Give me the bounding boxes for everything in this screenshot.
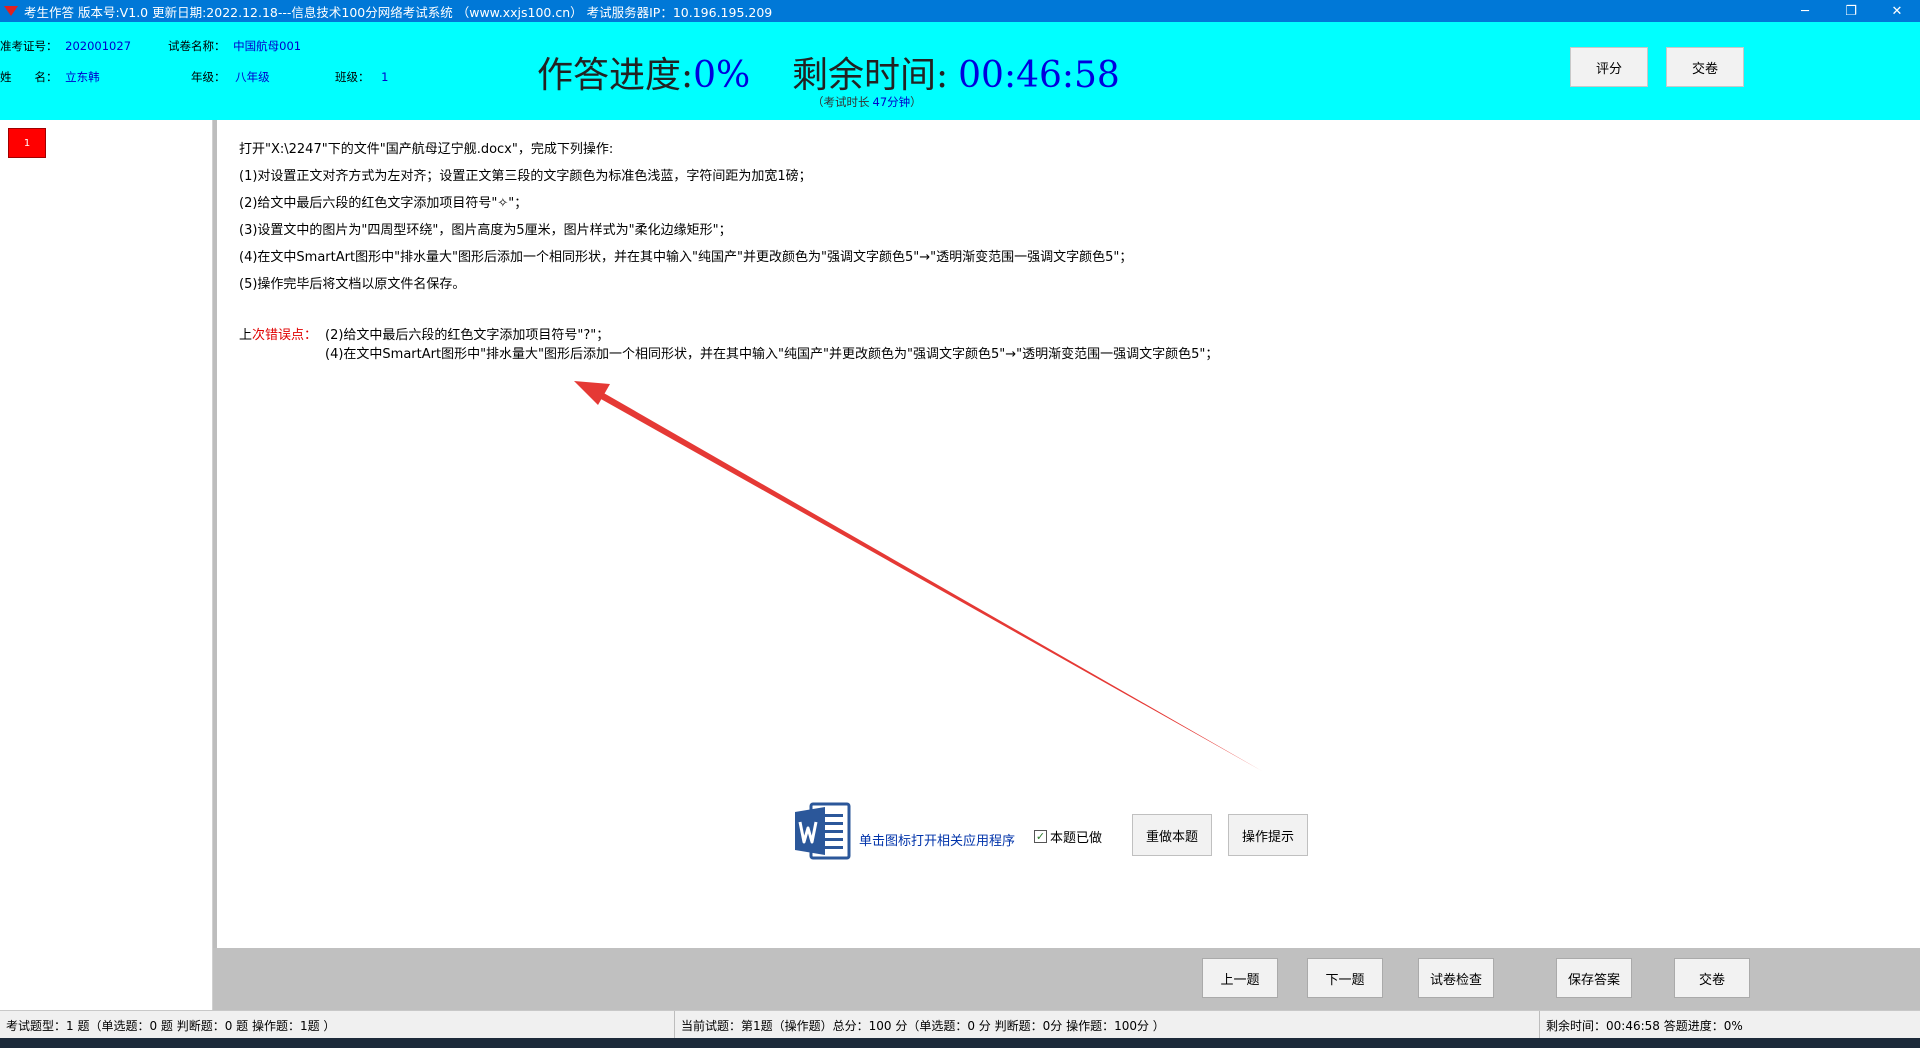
redo-question-button[interactable]: 重做本题: [1132, 814, 1212, 856]
exam-id-value: 202001027: [65, 39, 132, 53]
last-error-item: (2)给文中最后六段的红色文字添加项目符号"?"；: [325, 328, 610, 343]
class-info: 班级： 1: [335, 69, 388, 85]
paper-name-value: 中国航母001: [233, 39, 302, 53]
grade-info: 年级： 八年级: [191, 69, 270, 85]
duration-value: 47分钟: [872, 95, 911, 109]
question-step-2: (2)给文中最后六段的红色文字添加项目符号"✧"；: [239, 196, 528, 211]
duration-prefix: （考试时长: [812, 95, 870, 109]
open-app-link[interactable]: 单击图标打开相关应用程序: [859, 830, 1015, 849]
exam-id-label: 准考证号：: [0, 39, 58, 53]
question-step-4: (4)在文中SmartArt图形中"排水量大"图形后添加一个相同形状，并在其中输…: [239, 250, 1133, 265]
exam-duration: （考试时长 47分钟）: [812, 94, 922, 110]
last-errors-label-prefix: 上: [239, 328, 253, 343]
paper-name-info: 试卷名称： 中国航母001: [168, 38, 301, 54]
duration-suffix: ）: [910, 95, 922, 109]
last-errors-label: 上次错误点：: [239, 324, 317, 343]
progress-display: 作答进度:0%: [537, 46, 750, 98]
grade-label: 年级：: [191, 70, 226, 84]
window-controls: ─ ❐ ✕: [1782, 0, 1920, 22]
last-errors-label-text: 次错误点：: [252, 328, 318, 343]
header-submit-button[interactable]: 交卷: [1666, 47, 1744, 87]
window-titlebar: 考生作答 版本号:V1.0 更新日期:2022.12.18---信息技术100分…: [0, 0, 1920, 22]
remaining-time-value: 00:46:58: [958, 55, 1120, 96]
status-current-question: 当前试题：第1题（操作题）总分：100 分（单选题：0 分 判断题：0分 操作题…: [675, 1011, 1540, 1039]
question-step-5: (5)操作完毕后将文档以原文件名保存。: [239, 277, 466, 292]
last-error-item: (4)在文中SmartArt图形中"排水量大"图形后添加一个相同形状，并在其中输…: [325, 347, 1219, 362]
exam-app-icon: [4, 5, 18, 17]
status-remaining: 剩余时间：00:46:58 答题进度：0%: [1546, 1018, 1743, 1033]
question-content: 打开"X:\2247"下的文件"国产航母辽宁舰.docx"，完成下列操作: (1…: [217, 120, 1920, 948]
next-question-button[interactable]: 下一题: [1307, 958, 1383, 998]
taskbar: [0, 1038, 1920, 1048]
bottom-submit-button[interactable]: 交卷: [1674, 958, 1750, 998]
remaining-time-label: 剩余时间:: [792, 55, 949, 96]
class-label: 班级：: [335, 70, 370, 84]
close-button[interactable]: ✕: [1874, 0, 1920, 22]
student-name-value: 立东韩: [65, 70, 100, 84]
question-intro: 打开"X:\2247"下的文件"国产航母辽宁舰.docx"，完成下列操作:: [239, 142, 614, 157]
window-title: 考生作答 版本号:V1.0 更新日期:2022.12.18---信息技术100分…: [24, 4, 773, 20]
progress-value: 0%: [693, 55, 751, 96]
question-step-1: (1)对设置正文对齐方式为左对齐；设置正文第三段的文字颜色为标准色浅蓝，字符间距…: [239, 169, 812, 184]
prev-question-button[interactable]: 上一题: [1202, 958, 1278, 998]
student-name-label: 姓 名：: [0, 70, 58, 84]
score-button[interactable]: 评分: [1570, 47, 1648, 87]
class-value: 1: [381, 70, 389, 84]
question-list-panel: 1: [0, 120, 213, 1010]
operation-hint-button[interactable]: 操作提示: [1228, 814, 1308, 856]
word-icon[interactable]: [793, 802, 851, 860]
question-done-label: 本题已做: [1050, 831, 1103, 846]
save-answer-button[interactable]: 保存答案: [1556, 958, 1632, 998]
minimize-button[interactable]: ─: [1782, 0, 1828, 22]
bottom-button-bar: 上一题 下一题 试卷检查 保存答案 交卷: [213, 948, 1920, 1010]
grade-value: 八年级: [235, 70, 270, 84]
question-done-checkbox[interactable]: ✓ 本题已做: [1034, 827, 1102, 846]
status-bar: 考试题型：1 题（单选题：0 题 判断题：0 题 操作题：1题 ） 当前试题：第…: [0, 1010, 1920, 1039]
exam-header: 准考证号： 202001027 试卷名称： 中国航母001 姓 名： 立东韩 年…: [0, 22, 1920, 120]
question-step-3: (3)设置文中的图片为"四周型环绕"，图片高度为5厘米，图片样式为"柔化边缘矩形…: [239, 223, 732, 238]
restore-button[interactable]: ❐: [1828, 0, 1874, 22]
student-name-info: 姓 名： 立东韩: [0, 69, 100, 85]
paper-name-label: 试卷名称：: [168, 39, 226, 53]
remaining-time-display: 剩余时间: 00:46:58: [792, 46, 1120, 98]
paper-check-button[interactable]: 试卷检查: [1418, 958, 1494, 998]
check-icon[interactable]: ✓: [1034, 830, 1047, 843]
status-question-types: 考试题型：1 题（单选题：0 题 判断题：0 题 操作题：1题 ）: [0, 1011, 675, 1039]
progress-label: 作答进度:: [537, 55, 694, 96]
exam-id-info: 准考证号： 202001027: [0, 38, 131, 54]
question-number-cell[interactable]: 1: [8, 128, 46, 158]
